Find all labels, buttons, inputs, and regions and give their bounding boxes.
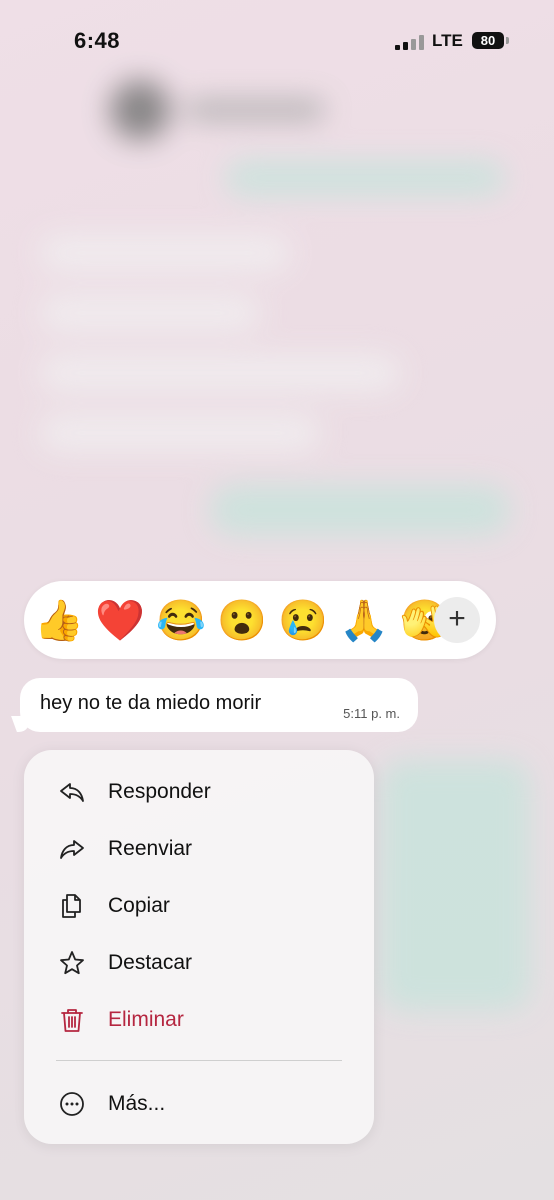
network-type: LTE <box>432 31 463 50</box>
status-bar: 6:48 LTE 80 <box>0 0 554 84</box>
menu-item-more[interactable]: Más... <box>24 1078 374 1130</box>
battery-icon: 80 <box>472 32 504 49</box>
forward-icon <box>60 840 84 859</box>
laughing-reaction[interactable]: 😂 <box>156 597 206 645</box>
star-icon <box>60 951 84 975</box>
menu-item-forward[interactable]: Reenviar <box>24 823 374 875</box>
context-menu: Responder Reenviar Copiar Destacar Elimi… <box>24 750 374 1144</box>
heart-reaction[interactable]: ❤️ <box>95 597 145 645</box>
praying-hands-reaction[interactable]: 🙏 <box>339 597 389 645</box>
menu-label-copy: Copiar <box>108 894 170 917</box>
menu-item-star[interactable]: Destacar <box>24 937 374 989</box>
surprised-reaction[interactable]: 😮 <box>217 597 267 645</box>
copy-icon <box>62 894 81 918</box>
sad-reaction[interactable]: 😢 <box>278 597 328 645</box>
cellular-signal-icon <box>395 35 424 50</box>
status-time: 6:48 <box>74 28 121 53</box>
trash-icon <box>61 1009 83 1032</box>
message-time: 5:11 p. m. <box>343 706 400 721</box>
menu-label-star: Destacar <box>108 951 193 974</box>
menu-item-reply[interactable]: Responder <box>24 766 374 818</box>
menu-label-delete: Eliminar <box>108 1008 184 1031</box>
reply-icon <box>60 783 84 802</box>
battery-tip <box>506 37 509 44</box>
menu-divider <box>56 1060 342 1061</box>
more-reactions-button[interactable]: + <box>434 597 480 643</box>
menu-label-reply: Responder <box>108 780 211 803</box>
thumbs-up-reaction[interactable]: 👍 <box>34 597 84 645</box>
menu-item-copy[interactable]: Copiar <box>24 880 374 932</box>
menu-label-more: Más... <box>108 1092 166 1115</box>
reaction-bar: 👍 ❤️ 😂 😮 😢 🙏 🫣 + <box>24 581 496 659</box>
menu-item-delete[interactable]: Eliminar <box>24 994 374 1046</box>
menu-label-forward: Reenviar <box>108 837 193 860</box>
more-icon <box>60 1092 84 1116</box>
message-bubble[interactable]: hey no te da miedo morir 5:11 p. m. <box>20 678 418 732</box>
message-text: hey no te da miedo morir <box>40 692 262 714</box>
